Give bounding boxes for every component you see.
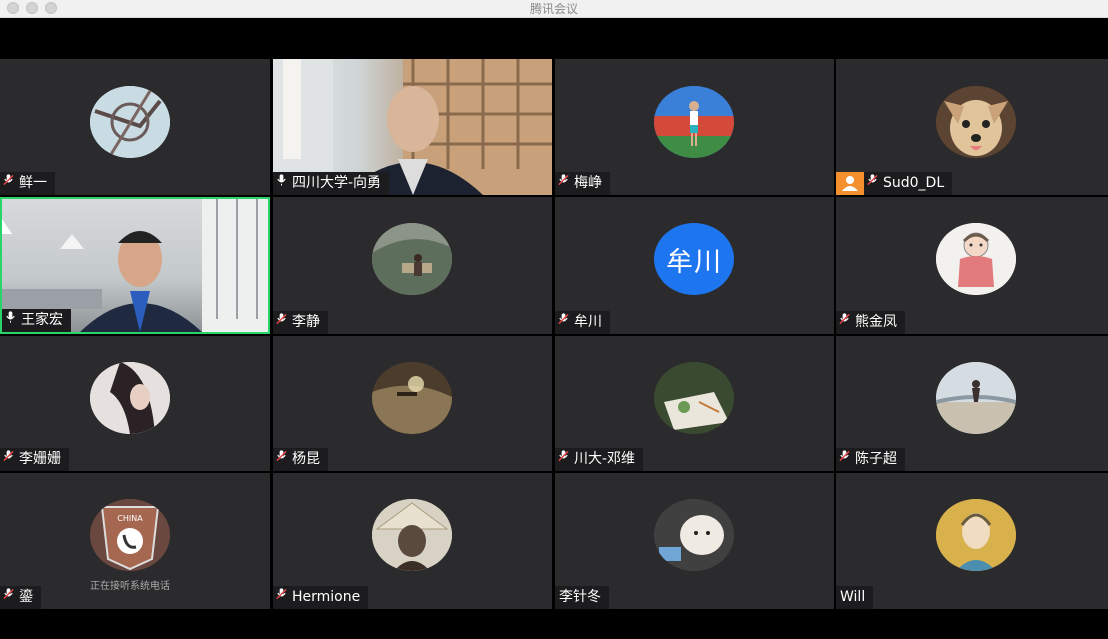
- participant-avatar: [936, 499, 1016, 571]
- mic-muted-icon: [275, 586, 288, 609]
- mic-muted-icon: [275, 448, 288, 471]
- participant-avatar: [654, 362, 734, 434]
- mic-on-icon: [4, 309, 17, 332]
- svg-text:CHINA: CHINA: [117, 514, 143, 523]
- participant-tile[interactable]: 梅峥: [555, 59, 834, 195]
- participant-tile[interactable]: 牟川 牟川: [555, 197, 834, 334]
- participant-tile[interactable]: CHINA 正在接听系统电话 鎏: [0, 473, 270, 609]
- participant-avatar: CHINA: [90, 499, 170, 571]
- participant-name-label: 杨昆: [273, 448, 328, 471]
- participant-avatar: [936, 86, 1016, 158]
- participant-name-label: Will: [836, 586, 874, 609]
- participant-tile[interactable]: 四川大学-向勇: [273, 59, 552, 195]
- mic-muted-icon: [2, 586, 15, 609]
- participant-tile[interactable]: 陈子超: [836, 336, 1108, 471]
- participant-avatar: [936, 223, 1016, 295]
- bottom-toolbar: [0, 609, 1108, 639]
- host-badge-icon: [836, 172, 864, 195]
- participant-avatar: [654, 499, 734, 571]
- participant-tile[interactable]: Sud0_DL: [836, 59, 1108, 195]
- participant-tile[interactable]: 李静: [273, 197, 552, 334]
- mic-muted-icon: [275, 311, 288, 334]
- participant-avatar: [654, 86, 734, 158]
- top-toolbar: [0, 18, 1108, 59]
- participant-tile[interactable]: 川大-邓维: [555, 336, 834, 471]
- participant-avatar: [936, 362, 1016, 434]
- participant-tile[interactable]: 李针冬: [555, 473, 834, 609]
- mic-muted-icon: [838, 448, 851, 471]
- participant-name-label: 王家宏: [2, 309, 71, 332]
- mic-muted-icon: [557, 448, 570, 471]
- phone-call-status: 正在接听系统电话: [90, 581, 170, 592]
- mic-muted-icon: [2, 172, 15, 195]
- participant-name-label: Sud0_DL: [864, 172, 953, 195]
- participant-name-label: 熊金凤: [836, 311, 905, 334]
- participant-avatar: [90, 86, 170, 158]
- participant-name-label: 鲜一: [0, 172, 55, 195]
- participant-avatar: [90, 362, 170, 434]
- participant-name-label: 陈子超: [836, 448, 905, 471]
- window-titlebar: 腾讯会议: [0, 0, 1108, 18]
- participant-tile[interactable]: 鲜一: [0, 59, 270, 195]
- mic-muted-icon: [838, 311, 851, 334]
- window-title: 腾讯会议: [529, 2, 578, 16]
- mic-muted-icon: [557, 311, 570, 334]
- participant-name-label: 鎏: [0, 586, 41, 609]
- participant-name-label: Hermione: [273, 586, 369, 609]
- mic-muted-icon: [2, 448, 15, 471]
- participant-avatar: [372, 223, 452, 295]
- participant-avatar: [372, 499, 452, 571]
- mic-muted-icon: [557, 172, 570, 195]
- participant-tile[interactable]: 王家宏: [0, 197, 270, 334]
- mic-on-icon: [275, 172, 288, 195]
- participant-grid: 鲜一 四川大学-向勇 梅峥 Sud0_DL 王家宏 李静 牟川 牟川 熊金凤 李…: [0, 59, 1108, 609]
- participant-tile[interactable]: Will: [836, 473, 1108, 609]
- participant-name-label: 川大-邓维: [555, 448, 644, 471]
- participant-name-label: 牟川: [555, 311, 610, 334]
- participant-avatar: [372, 362, 452, 434]
- participant-name-label: 四川大学-向勇: [273, 172, 390, 195]
- participant-name-label: 李针冬: [555, 586, 609, 609]
- participant-name-label: 李静: [273, 311, 328, 334]
- participant-name-label: 李姗姗: [0, 448, 69, 471]
- participant-name-label: 梅峥: [555, 172, 610, 195]
- mic-muted-icon: [866, 172, 879, 195]
- participant-tile[interactable]: Hermione: [273, 473, 552, 609]
- participant-tile[interactable]: 熊金凤: [836, 197, 1108, 334]
- participant-tile[interactable]: 李姗姗: [0, 336, 270, 471]
- participant-tile[interactable]: 杨昆: [273, 336, 552, 471]
- participant-avatar: 牟川: [654, 223, 734, 295]
